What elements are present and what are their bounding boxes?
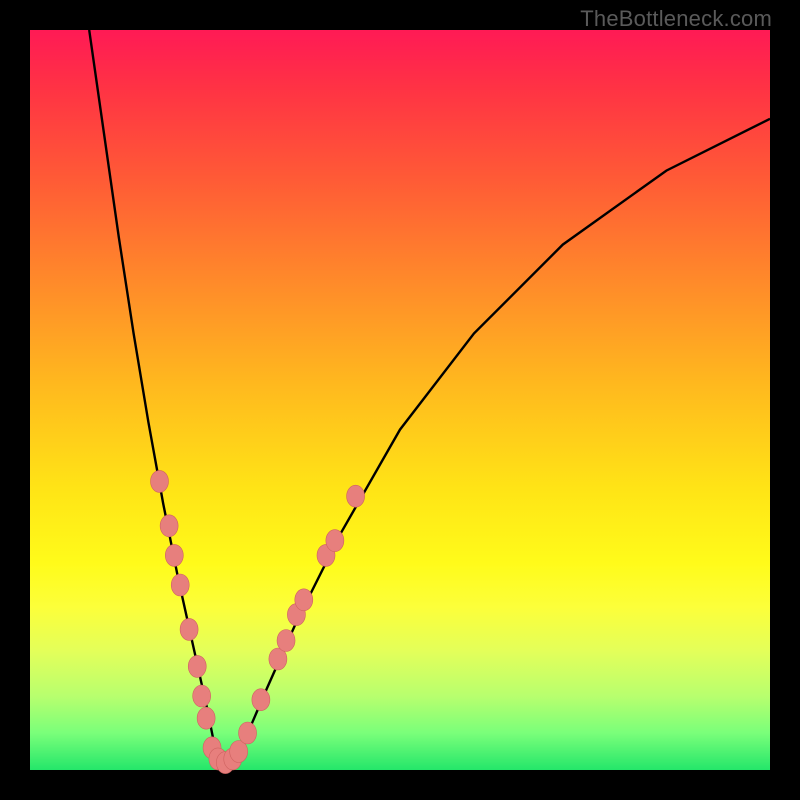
data-dot bbox=[180, 618, 198, 640]
data-dot bbox=[165, 544, 183, 566]
data-dot bbox=[277, 630, 295, 652]
data-dot bbox=[197, 707, 215, 729]
bottleneck-curve bbox=[89, 30, 770, 763]
data-dot bbox=[171, 574, 189, 596]
data-dot bbox=[252, 689, 270, 711]
data-dot bbox=[188, 655, 206, 677]
chart-svg bbox=[30, 30, 770, 770]
data-dots bbox=[151, 470, 365, 773]
data-dot bbox=[239, 722, 257, 744]
data-dot bbox=[347, 485, 365, 507]
data-dot bbox=[295, 589, 313, 611]
data-dot bbox=[151, 470, 169, 492]
data-dot bbox=[326, 530, 344, 552]
watermark-text: TheBottleneck.com bbox=[580, 6, 772, 32]
data-dot bbox=[160, 515, 178, 537]
chart-frame: TheBottleneck.com bbox=[0, 0, 800, 800]
data-dot bbox=[193, 685, 211, 707]
plot-area bbox=[30, 30, 770, 770]
